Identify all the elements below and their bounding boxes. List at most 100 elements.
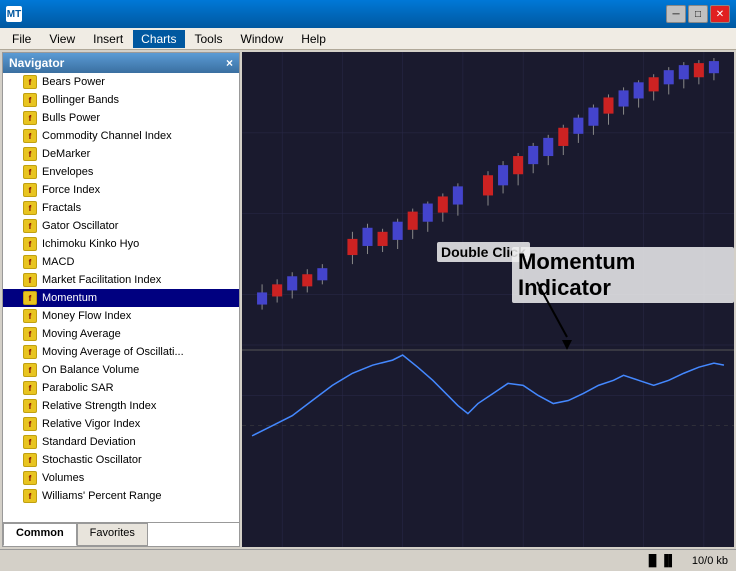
tab-favorites[interactable]: Favorites [77, 523, 148, 546]
nav-item-label: Stochastic Oscillator [42, 454, 142, 466]
nav-item-label: Standard Deviation [42, 436, 136, 448]
nav-item-fractals[interactable]: f Fractals [3, 199, 239, 217]
nav-item-icon: f [23, 435, 37, 449]
nav-item-icon: f [23, 309, 37, 323]
menu-tools[interactable]: Tools [187, 30, 231, 48]
navigator-panel: Navigator × f Bears Power f Bollinger Bands… [2, 52, 240, 547]
chart-area[interactable]: Double Click Momentum Indicator [242, 52, 734, 547]
nav-item-icon: f [23, 255, 37, 269]
nav-item-label: Force Index [42, 184, 100, 196]
menu-charts[interactable]: Charts [133, 30, 184, 48]
menu-view[interactable]: View [41, 30, 83, 48]
navigator-list[interactable]: f Bears Power f Bollinger Bands f Bulls Power… [3, 73, 239, 522]
navigator-title: Navigator [9, 56, 64, 70]
nav-item-label: Relative Strength Index [42, 400, 156, 412]
nav-item-moving-average[interactable]: f Moving Average [3, 325, 239, 343]
app-icon: MT [6, 6, 22, 22]
nav-item-ichimoku-kinko-hyo[interactable]: f Ichimoku Kinko Hyo [3, 235, 239, 253]
nav-item-icon: f [23, 111, 37, 125]
nav-item-market-facilitation-index[interactable]: f Market Facilitation Index [3, 271, 239, 289]
menu-file[interactable]: File [4, 30, 39, 48]
tab-common[interactable]: Common [3, 523, 77, 546]
nav-item-momentum[interactable]: f Momentum [3, 289, 239, 307]
nav-item-icon: f [23, 363, 37, 377]
nav-item-icon: f [23, 219, 37, 233]
nav-item-label: Relative Vigor Index [42, 418, 140, 430]
nav-item-moving-average-of-oscillati...[interactable]: f Moving Average of Oscillati... [3, 343, 239, 361]
nav-item-gator-oscillator[interactable]: f Gator Oscillator [3, 217, 239, 235]
nav-item-icon: f [23, 327, 37, 341]
nav-item-label: Momentum [42, 292, 97, 304]
nav-item-label: Market Facilitation Index [42, 274, 161, 286]
nav-item-label: On Balance Volume [42, 364, 139, 376]
nav-item-standard-deviation[interactable]: f Standard Deviation [3, 433, 239, 451]
nav-item-label: Commodity Channel Index [42, 130, 172, 142]
nav-item-icon: f [23, 273, 37, 287]
nav-item-label: Ichimoku Kinko Hyo [42, 238, 139, 250]
nav-item-macd[interactable]: f MACD [3, 253, 239, 271]
nav-item-bulls-power[interactable]: f Bulls Power [3, 109, 239, 127]
nav-item-stochastic-oscillator[interactable]: f Stochastic Oscillator [3, 451, 239, 469]
nav-item-label: Bulls Power [42, 112, 100, 124]
nav-item-label: Williams' Percent Range [42, 490, 161, 502]
main-content: Navigator × f Bears Power f Bollinger Bands… [0, 50, 736, 549]
nav-item-icon: f [23, 237, 37, 251]
nav-item-icon: f [23, 201, 37, 215]
arrow-svg [537, 282, 617, 362]
nav-item-icon: f [23, 471, 37, 485]
maximize-button[interactable]: □ [688, 5, 708, 23]
nav-item-icon: f [23, 147, 37, 161]
nav-item-icon: f [23, 129, 37, 143]
nav-item-label: Volumes [42, 472, 84, 484]
nav-item-label: MACD [42, 256, 74, 268]
nav-item-label: DeMarker [42, 148, 90, 160]
nav-item-money-flow-index[interactable]: f Money Flow Index [3, 307, 239, 325]
nav-item-label: Bears Power [42, 76, 105, 88]
nav-item-bollinger-bands[interactable]: f Bollinger Bands [3, 91, 239, 109]
nav-item-icon: f [23, 291, 37, 305]
nav-item-relative-strength-index[interactable]: f Relative Strength Index [3, 397, 239, 415]
nav-item-parabolic-sar[interactable]: f Parabolic SAR [3, 379, 239, 397]
nav-item-label: Fractals [42, 202, 81, 214]
nav-item-label: Bollinger Bands [42, 94, 119, 106]
nav-item-icon: f [23, 399, 37, 413]
status-size: 10/0 kb [692, 555, 728, 567]
nav-item-icon: f [23, 165, 37, 179]
nav-item-icon: f [23, 183, 37, 197]
nav-item-icon: f [23, 489, 37, 503]
title-bar-controls: ─ □ ✕ [666, 5, 730, 23]
nav-item-icon: f [23, 345, 37, 359]
nav-item-label: Moving Average of Oscillati... [42, 346, 184, 358]
status-icon: ▐▌▐▌ [645, 555, 676, 567]
title-bar: MT ─ □ ✕ [0, 0, 736, 28]
nav-item-label: Money Flow Index [42, 310, 131, 322]
menu-insert[interactable]: Insert [85, 30, 131, 48]
close-button[interactable]: ✕ [710, 5, 730, 23]
navigator-tabs: Common Favorites [3, 522, 239, 546]
nav-item-envelopes[interactable]: fEnvelopes [3, 163, 239, 181]
minimize-button[interactable]: ─ [666, 5, 686, 23]
nav-item-label: Gator Oscillator [42, 220, 118, 232]
nav-item-williams'-percent-range[interactable]: f Williams' Percent Range [3, 487, 239, 505]
nav-item-force-index[interactable]: f Force Index [3, 181, 239, 199]
title-bar-left: MT [6, 6, 28, 22]
nav-item-label: Moving Average [42, 328, 121, 340]
menu-help[interactable]: Help [293, 30, 334, 48]
nav-item-on-balance-volume[interactable]: f On Balance Volume [3, 361, 239, 379]
nav-item-commodity-channel-index[interactable]: f Commodity Channel Index [3, 127, 239, 145]
nav-item-icon: f [23, 381, 37, 395]
nav-item-icon: f [23, 453, 37, 467]
nav-item-demarker[interactable]: f DeMarker [3, 145, 239, 163]
menu-bar: File View Insert Charts Tools Window Hel… [0, 28, 736, 50]
nav-item-label: Parabolic SAR [42, 382, 114, 394]
menu-window[interactable]: Window [233, 30, 292, 48]
nav-item-volumes[interactable]: f Volumes [3, 469, 239, 487]
navigator-close-button[interactable]: × [226, 56, 233, 70]
navigator-header: Navigator × [3, 53, 239, 73]
nav-item-icon: f [23, 75, 37, 89]
nav-item-icon: f [23, 93, 37, 107]
status-bar: ▐▌▐▌ 10/0 kb [0, 549, 736, 571]
nav-item-relative-vigor-index[interactable]: f Relative Vigor Index [3, 415, 239, 433]
nav-item-icon: f [23, 417, 37, 431]
nav-item-bears-power[interactable]: f Bears Power [3, 73, 239, 91]
